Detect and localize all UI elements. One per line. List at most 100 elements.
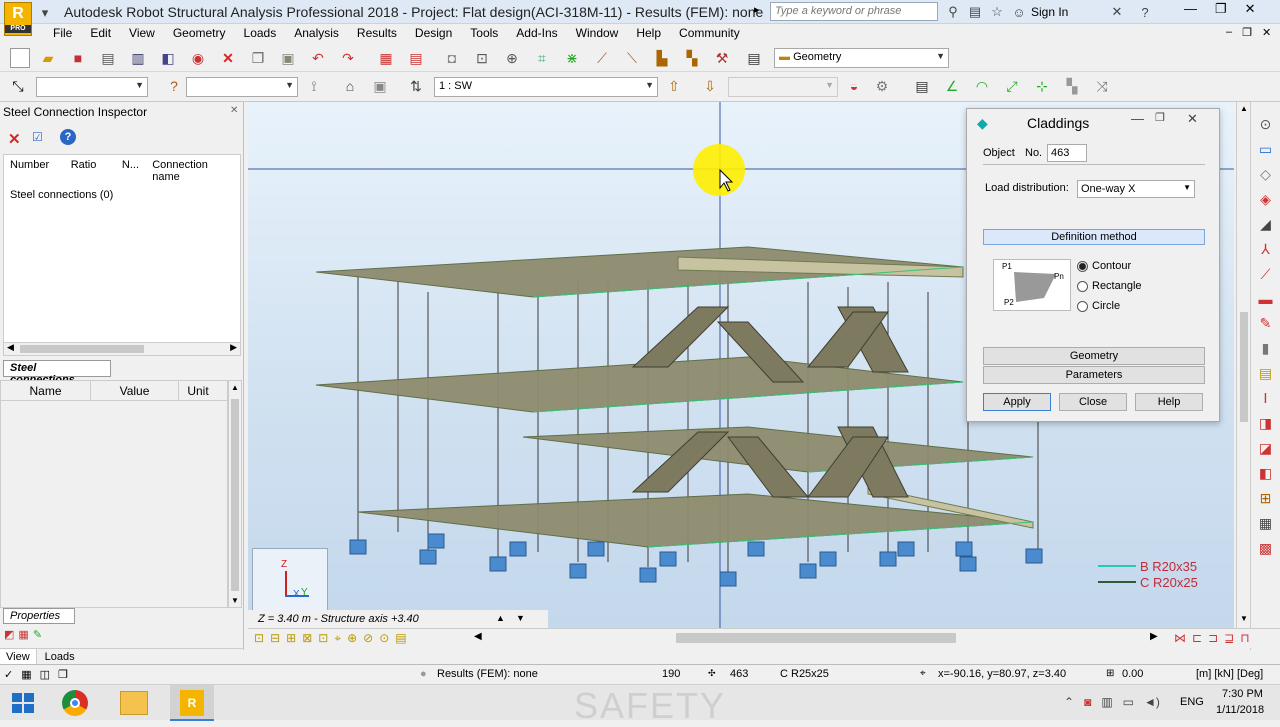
level-up-icon[interactable]: ⇧ [664, 76, 684, 96]
vertical-scrollbar[interactable]: ▲ ▼ [228, 380, 242, 608]
tool-table-icon[interactable]: ▦ [1259, 515, 1272, 532]
scroll-up-icon[interactable]: ▲ [231, 383, 239, 392]
parameters-button[interactable]: Parameters [983, 366, 1205, 384]
view-icon-2[interactable]: ⊟ [270, 631, 280, 646]
angle-icon[interactable]: ◠ [972, 76, 992, 96]
load-distribution-select[interactable]: One-way X ▼ [1077, 180, 1195, 198]
structure-icon[interactable]: ⌗ [532, 48, 552, 68]
view-icon-3[interactable]: ⊞ [286, 631, 296, 646]
units-value[interactable]: [m] [kN] [Deg] [1196, 668, 1263, 680]
copy-icon[interactable]: ❐ [248, 48, 268, 68]
axes-icon[interactable]: ⤨ [1092, 76, 1112, 96]
mdi-minimize-icon[interactable]: – [1226, 26, 1232, 39]
paste-icon[interactable]: ▣ [278, 48, 298, 68]
open-file-icon[interactable]: ▰ [38, 48, 58, 68]
radio-circle-dot[interactable] [1077, 300, 1088, 312]
close-button[interactable]: Close [1059, 393, 1127, 411]
robot-taskbar-item[interactable]: R [170, 685, 214, 721]
menu-file[interactable]: File [44, 24, 81, 42]
release-icon[interactable]: ▚ [682, 48, 702, 68]
table-icon[interactable]: ▦ [18, 628, 28, 641]
tool-foundation-icon[interactable]: ◧ [1259, 465, 1272, 482]
radio-contour-dot[interactable] [1077, 260, 1088, 272]
definition-method-button[interactable]: Definition method [983, 229, 1205, 245]
scroll-right-icon[interactable]: ▶ [230, 342, 237, 353]
split-icon-5[interactable]: ⊓ [1240, 631, 1249, 645]
menu-results[interactable]: Results [348, 24, 406, 42]
tray-time[interactable]: 7:30 PM [1222, 688, 1263, 700]
attributes-icon[interactable]: ⚙ [872, 76, 892, 96]
cart-icon[interactable]: ▤ [966, 3, 984, 21]
display-icon[interactable]: ◒ [844, 76, 864, 96]
view-icon-4[interactable]: ⊠ [302, 631, 312, 646]
dimension-icon[interactable]: ∠ [942, 76, 962, 96]
table-icon[interactable]: ▤ [406, 48, 426, 68]
view-icon-9[interactable]: ⊙ [379, 631, 389, 646]
grid-snap-icon[interactable]: ⊞ [1106, 668, 1114, 679]
view-icon-10[interactable]: ▤ [395, 631, 406, 646]
geometry-button[interactable]: Geometry [983, 347, 1205, 365]
tray-date[interactable]: 1/11/2018 [1216, 704, 1264, 716]
exchange-icon[interactable]: ✕ [1108, 3, 1126, 21]
tool-wall-icon[interactable]: ◪ [1259, 440, 1272, 457]
edit-icon[interactable]: ✎ [33, 628, 42, 641]
tool-supports-icon[interactable]: ◈ [1260, 191, 1271, 208]
tool-nodes-icon[interactable]: ⊙ [1260, 116, 1272, 133]
tool-column-icon[interactable]: Ⅰ [1263, 390, 1267, 407]
menu-geometry[interactable]: Geometry [164, 24, 235, 42]
col-name[interactable]: Name [1, 381, 91, 400]
tray-language[interactable]: ENG [1180, 696, 1204, 708]
copy-view-icon[interactable]: ▚ [1062, 76, 1082, 96]
bar-icon[interactable]: ⟋ [592, 48, 612, 68]
scroll-left-icon[interactable]: ◀ [7, 342, 14, 353]
windows-start-icon[interactable] [12, 693, 34, 713]
redo-icon[interactable]: ↷ [338, 48, 358, 68]
col-unit[interactable]: Unit [179, 381, 217, 400]
hscroll-right-icon[interactable]: ▶ [1150, 631, 1158, 642]
tab-steel-connections[interactable]: Steel connections [3, 360, 111, 386]
menu-add-ins[interactable]: Add-Ins [507, 24, 566, 42]
menu-design[interactable]: Design [406, 24, 461, 42]
tool-line-icon[interactable]: ⟋ [1261, 266, 1271, 283]
scroll-thumb[interactable] [20, 345, 144, 353]
view-icon-7[interactable]: ⊕ [347, 631, 357, 646]
tray-chevron-icon[interactable]: ⌃ [1064, 695, 1074, 709]
split-icon-2[interactable]: ⊏ [1192, 631, 1202, 645]
radio-rectangle-dot[interactable] [1077, 280, 1088, 292]
layout-selector[interactable]: ▬ Geometry ▼ [774, 48, 949, 68]
measure-icon[interactable]: ⤢ [1002, 76, 1022, 96]
minimize-icon[interactable]: — [1184, 1, 1197, 17]
scroll-down-icon[interactable]: ▼ [231, 596, 239, 605]
tray-network-icon[interactable]: ▥ [1101, 695, 1112, 709]
delete-icon[interactable]: ✕ [218, 48, 238, 68]
tool-releases-icon[interactable]: ⅄ [1261, 241, 1270, 258]
tool-frame-icon[interactable]: ▮ [1262, 340, 1270, 357]
tool-cladding-icon[interactable]: ▬ [1259, 291, 1273, 307]
view-icon-6[interactable]: ⌖ [334, 631, 341, 646]
hscroll-left-icon[interactable]: ◀ [474, 631, 482, 642]
filter-icon[interactable]: ⟟ [304, 76, 324, 96]
tool-edit-icon[interactable]: ✎ [1260, 315, 1272, 332]
radio-rectangle[interactable]: Rectangle [1077, 280, 1142, 292]
tab-properties[interactable]: Properties [3, 608, 75, 624]
tool-results-icon[interactable]: ▩ [1259, 540, 1272, 557]
section-icon[interactable]: ⟍ [622, 48, 642, 68]
binoculars-icon[interactable]: ⚲ [944, 3, 962, 21]
layouts-icon[interactable]: ▤ [744, 48, 764, 68]
view-combo[interactable]: 1 : SW ▼ [434, 77, 658, 97]
tray-volume-icon[interactable]: ◄) [1144, 695, 1160, 709]
cases-combo[interactable]: ▼ [186, 77, 298, 97]
zoom-icon[interactable]: ⊕ [502, 48, 522, 68]
menu-tools[interactable]: Tools [461, 24, 507, 42]
structure-view-icon[interactable]: ⌂ [340, 76, 360, 96]
menu-community[interactable]: Community [670, 24, 749, 42]
dialog-maximize-icon[interactable]: ❐ [1155, 111, 1165, 124]
maximize-icon[interactable]: ❐ [1215, 1, 1227, 17]
status-node-icon[interactable]: ◫ [40, 668, 50, 681]
close-icon[interactable]: ✕ [1245, 1, 1256, 17]
scroll-down-icon[interactable]: ▼ [1240, 614, 1248, 623]
selection-combo[interactable]: ▼ [36, 77, 148, 97]
app-logo[interactable]: R PRO [4, 2, 32, 36]
scroll-up-icon[interactable]: ▲ [1240, 104, 1248, 113]
col-value[interactable]: Value [91, 381, 179, 400]
